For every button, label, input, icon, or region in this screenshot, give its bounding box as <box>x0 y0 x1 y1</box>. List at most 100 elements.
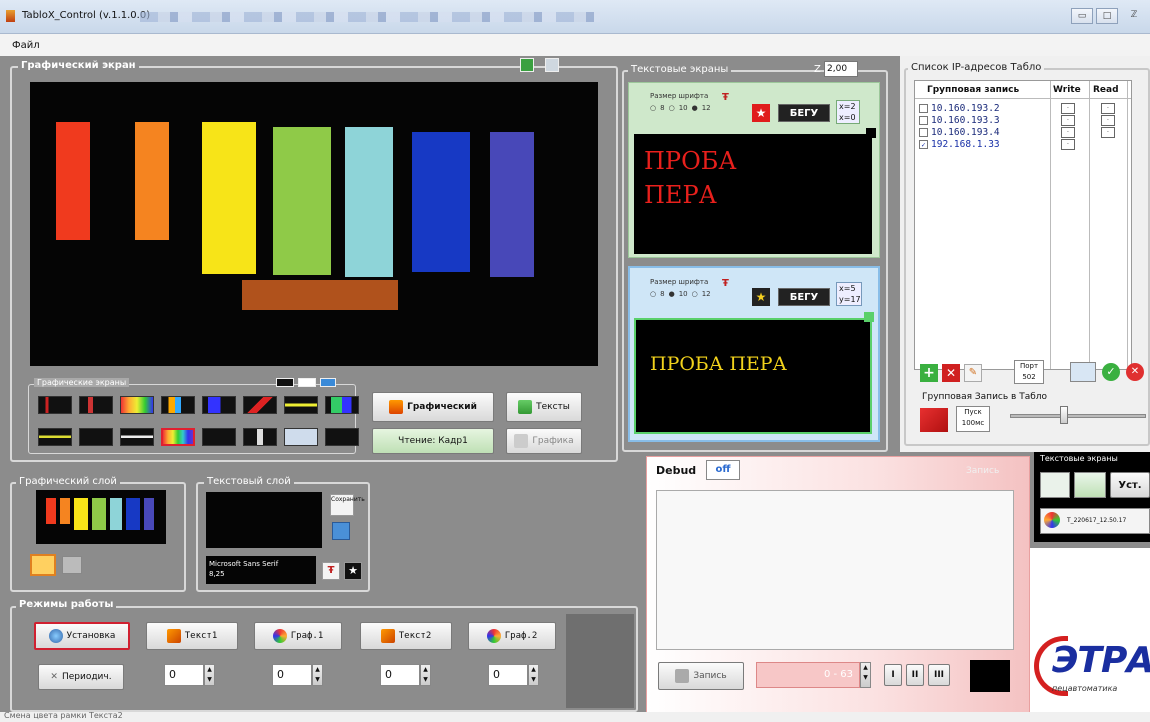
debug-toggle[interactable]: off <box>706 460 740 480</box>
save-text-button[interactable]: Сохранить <box>330 494 365 516</box>
install-button[interactable]: Установка <box>34 622 130 650</box>
run-button-1[interactable]: БЕГУ <box>778 104 830 122</box>
record-button[interactable]: Запись <box>658 662 744 690</box>
menu-file[interactable]: Файл <box>12 40 40 51</box>
text1-button[interactable]: Текст1 <box>146 622 238 650</box>
graphics-button[interactable]: Графика <box>506 428 582 454</box>
ip-row[interactable]: 10.160.193.3 <box>919 115 1000 126</box>
graph1-button[interactable]: Граф.1 <box>254 622 342 650</box>
text-layer-preview[interactable] <box>206 492 322 548</box>
text2-button[interactable]: Текст2 <box>360 622 452 650</box>
port-field[interactable]: Порт 502 <box>1014 360 1044 384</box>
edit-icon[interactable]: ✎ <box>964 364 982 382</box>
read-cell[interactable]: · <box>1101 127 1115 138</box>
thumb-screen-13[interactable] <box>202 428 236 446</box>
texts-button[interactable]: Тексты <box>506 392 582 422</box>
text-preview-1[interactable]: ПРОБА ПЕРА <box>634 134 872 254</box>
thumb-screen-12[interactable] <box>161 428 195 446</box>
thumb-screen-1[interactable] <box>38 396 72 414</box>
table-icon[interactable] <box>1070 362 1096 382</box>
text2-spinner[interactable]: ▲ ▼ <box>420 664 431 686</box>
minimize-button[interactable]: ▭ <box>1071 8 1093 24</box>
thumb-screen-5[interactable] <box>202 396 236 414</box>
read-frame-button[interactable]: Чтение: Кадр1 <box>372 428 494 454</box>
folder-open-icon[interactable] <box>30 554 56 576</box>
white-swatch[interactable] <box>298 378 316 387</box>
corner-handle-1[interactable] <box>866 128 876 138</box>
arrow-icon[interactable] <box>320 378 336 387</box>
font-icon[interactable]: Ŧ <box>322 562 340 580</box>
debug-log[interactable] <box>656 490 1014 650</box>
thumb-screen-16[interactable] <box>325 428 359 446</box>
save-disk-icon[interactable] <box>332 522 350 540</box>
save-disk-icon[interactable] <box>1040 472 1070 498</box>
graph1-spinner[interactable]: ▲ ▼ <box>312 664 323 686</box>
ip-row-checkbox[interactable] <box>919 104 928 113</box>
thumb-screen-9[interactable] <box>38 428 72 446</box>
mode-ii-button[interactable]: II <box>906 664 924 686</box>
graph1-count[interactable]: 0 <box>272 664 312 686</box>
ok-icon[interactable]: ✓ <box>1102 363 1120 381</box>
font-icon-1[interactable]: Ŧ <box>722 92 729 103</box>
thumb-screen-7[interactable] <box>284 396 318 414</box>
star-icon[interactable]: ★ <box>344 562 362 580</box>
range-spinner[interactable]: ▲ ▼ <box>860 662 871 688</box>
text2-count[interactable]: 0 <box>380 664 420 686</box>
grid-icon[interactable] <box>545 58 559 72</box>
write-cell[interactable]: · <box>1061 139 1075 150</box>
download-icon[interactable] <box>1074 472 1106 498</box>
read-cell[interactable]: · <box>1101 103 1115 114</box>
color-star-icon-1[interactable]: ★ <box>752 104 770 122</box>
ip-row[interactable]: 10.160.193.2 <box>919 103 1000 114</box>
graph2-count[interactable]: 0 <box>488 664 528 686</box>
write-cell[interactable]: · <box>1061 127 1075 138</box>
text-preview-2[interactable]: ПРОБА ПЕРА <box>634 318 872 434</box>
read-cell[interactable]: · <box>1101 115 1115 126</box>
thumb-screen-8[interactable] <box>325 396 359 414</box>
ip-row-checkbox[interactable] <box>919 128 928 137</box>
ip-row[interactable]: ✓ 192.168.1.33 <box>919 139 1000 150</box>
text1-spinner[interactable]: ▲ ▼ <box>204 664 215 686</box>
write-cell[interactable]: · <box>1061 103 1075 114</box>
write-cell[interactable]: · <box>1061 115 1075 126</box>
zoom-input[interactable]: 2,00 <box>824 61 858 77</box>
graphic-canvas[interactable] <box>30 82 598 366</box>
range-field[interactable]: 0 - 63 <box>756 662 860 688</box>
graphic-button[interactable]: Графический <box>372 392 494 422</box>
refresh-icon[interactable] <box>520 58 534 72</box>
interval-slider-thumb[interactable] <box>1060 406 1068 424</box>
thumb-screen-15[interactable] <box>284 428 318 446</box>
periodic-button[interactable]: ✕ Периодич. <box>38 664 124 690</box>
black-swatch[interactable] <box>276 378 294 387</box>
maximize-button[interactable]: □ <box>1096 8 1118 24</box>
corner-handle-2[interactable] <box>864 312 874 322</box>
set-button[interactable]: Уст. <box>1110 472 1150 498</box>
font-size-options-1[interactable]: ○ 8 ○ 10 ● 12 <box>650 104 711 112</box>
thumb-screen-3[interactable] <box>120 396 154 414</box>
thumb-screen-6[interactable] <box>243 396 277 414</box>
ip-row-checkbox[interactable]: ✓ <box>919 140 928 149</box>
text1-count[interactable]: 0 <box>164 664 204 686</box>
interval-slider[interactable] <box>1010 414 1146 418</box>
mode-iii-button[interactable]: III <box>928 664 950 686</box>
mode-i-button[interactable]: I <box>884 664 902 686</box>
graph2-spinner[interactable]: ▲ ▼ <box>528 664 539 686</box>
ip-row[interactable]: 10.160.193.4 <box>919 127 1000 138</box>
thumb-screen-10[interactable] <box>79 428 113 446</box>
start-button[interactable]: Пуск 100мс <box>956 406 990 432</box>
add-icon[interactable]: + <box>920 364 938 382</box>
thumb-screen-11[interactable] <box>120 428 154 446</box>
font-size-options-2[interactable]: ○ 8 ● 10 ○ 12 <box>650 290 711 298</box>
color-star-icon-2[interactable]: ★ <box>752 288 770 306</box>
delete-icon[interactable]: ✕ <box>942 364 960 382</box>
thumb-screen-2[interactable] <box>79 396 113 414</box>
font-icon-2[interactable]: Ŧ <box>722 278 729 289</box>
graphic-layer-preview[interactable] <box>36 490 166 544</box>
run-button-2[interactable]: БЕГУ <box>778 288 830 306</box>
graph2-button[interactable]: Граф.2 <box>468 622 556 650</box>
thumb-screen-14[interactable] <box>243 428 277 446</box>
cancel-icon[interactable]: ✕ <box>1126 363 1144 381</box>
ip-row-checkbox[interactable] <box>919 116 928 125</box>
close-button[interactable]: ℤ <box>1121 8 1147 24</box>
thumb-screen-4[interactable] <box>161 396 195 414</box>
